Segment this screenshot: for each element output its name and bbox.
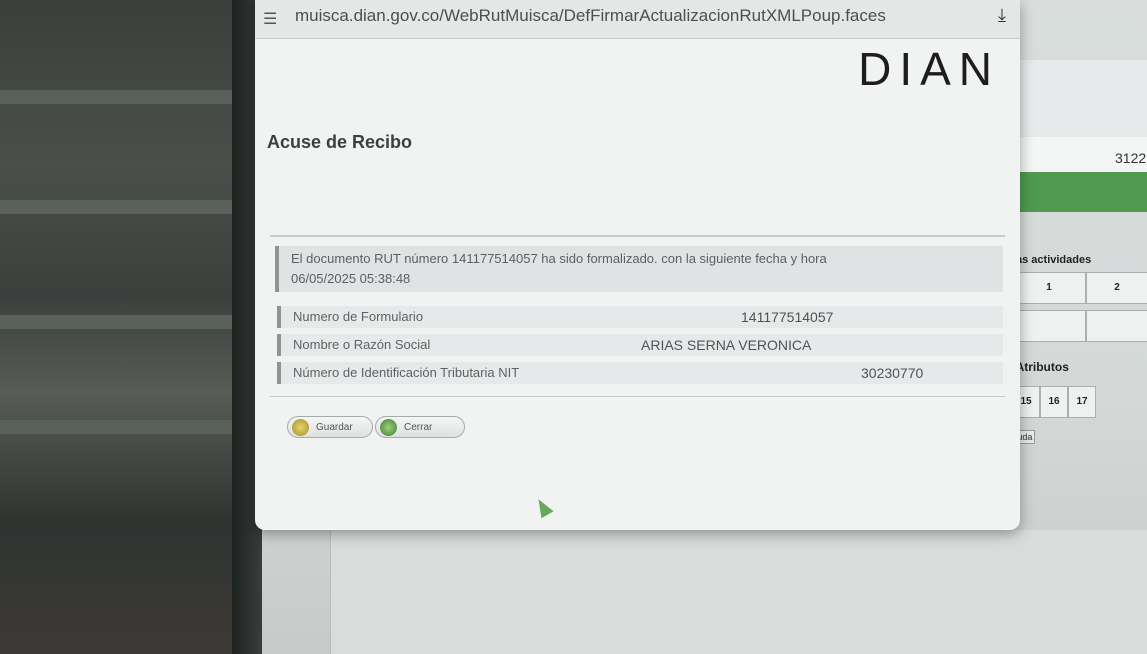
close-button-label: Cerrar [404,422,433,433]
background-form-area [330,530,1147,654]
message-date: 06/05/2025 05:38:48 [291,271,411,286]
bg-activity-cell [1012,310,1086,342]
bg-green-bar [1010,172,1147,212]
field-value: 30230770 [861,365,924,381]
close-button[interactable]: Cerrar [375,416,465,438]
save-button-label: Guardar [316,422,353,433]
field-label: Nombre o Razón Social [293,337,431,352]
url-text[interactable]: muisca.dian.gov.co/WebRutMuisca/DefFirma… [295,6,886,26]
field-label: Número de Identificación Tributaria NIT [293,365,520,380]
bg-attr-col: 17 [1068,386,1096,418]
field-nit: Número de Identificación Tributaria NIT … [277,362,1003,384]
field-business-name: Nombre o Razón Social ARIAS SERNA VERONI… [277,334,1003,356]
save-button[interactable]: Guardar [287,416,373,438]
background-shelves [0,0,250,654]
divider [270,396,1005,397]
bg-attr-col: 16 [1040,386,1068,418]
field-value: 141177514057 [741,309,834,325]
bg-number: 3122 [1115,150,1147,166]
site-settings-icon[interactable]: ☰ [263,9,277,29]
download-icon[interactable]: ⤓ [998,5,1006,26]
url-bar: ☰ muisca.dian.gov.co/WebRutMuisca/DefFir… [255,0,1020,39]
popup-window: ☰ muisca.dian.gov.co/WebRutMuisca/DefFir… [255,0,1020,530]
bg-row [1000,105,1147,138]
divider [270,235,1005,237]
dian-logo: DIAN [858,43,1000,95]
bg-activity-cell [1086,310,1147,342]
field-label: Numero de Formulario [293,309,424,324]
confirmation-message: El documento RUT número 141177514057 ha … [275,246,1003,292]
bg-row [1000,60,1147,106]
shelf [0,200,250,214]
message-text: El documento RUT número 141177514057 ha … [291,251,827,266]
field-value: ARIAS SERNA VERONICA [641,337,812,353]
bg-activities-label: as actividades [1016,254,1092,266]
bg-activity-col: 2 [1086,272,1147,304]
shelf [0,420,250,434]
field-form-number: Numero de Formulario 141177514057 [277,306,1003,328]
shelf [0,90,250,104]
page-title: Acuse de Recibo [267,132,413,152]
save-icon [292,419,309,436]
shelf [0,315,250,329]
close-icon [380,419,397,436]
bg-activity-col: 1 [1012,272,1086,304]
